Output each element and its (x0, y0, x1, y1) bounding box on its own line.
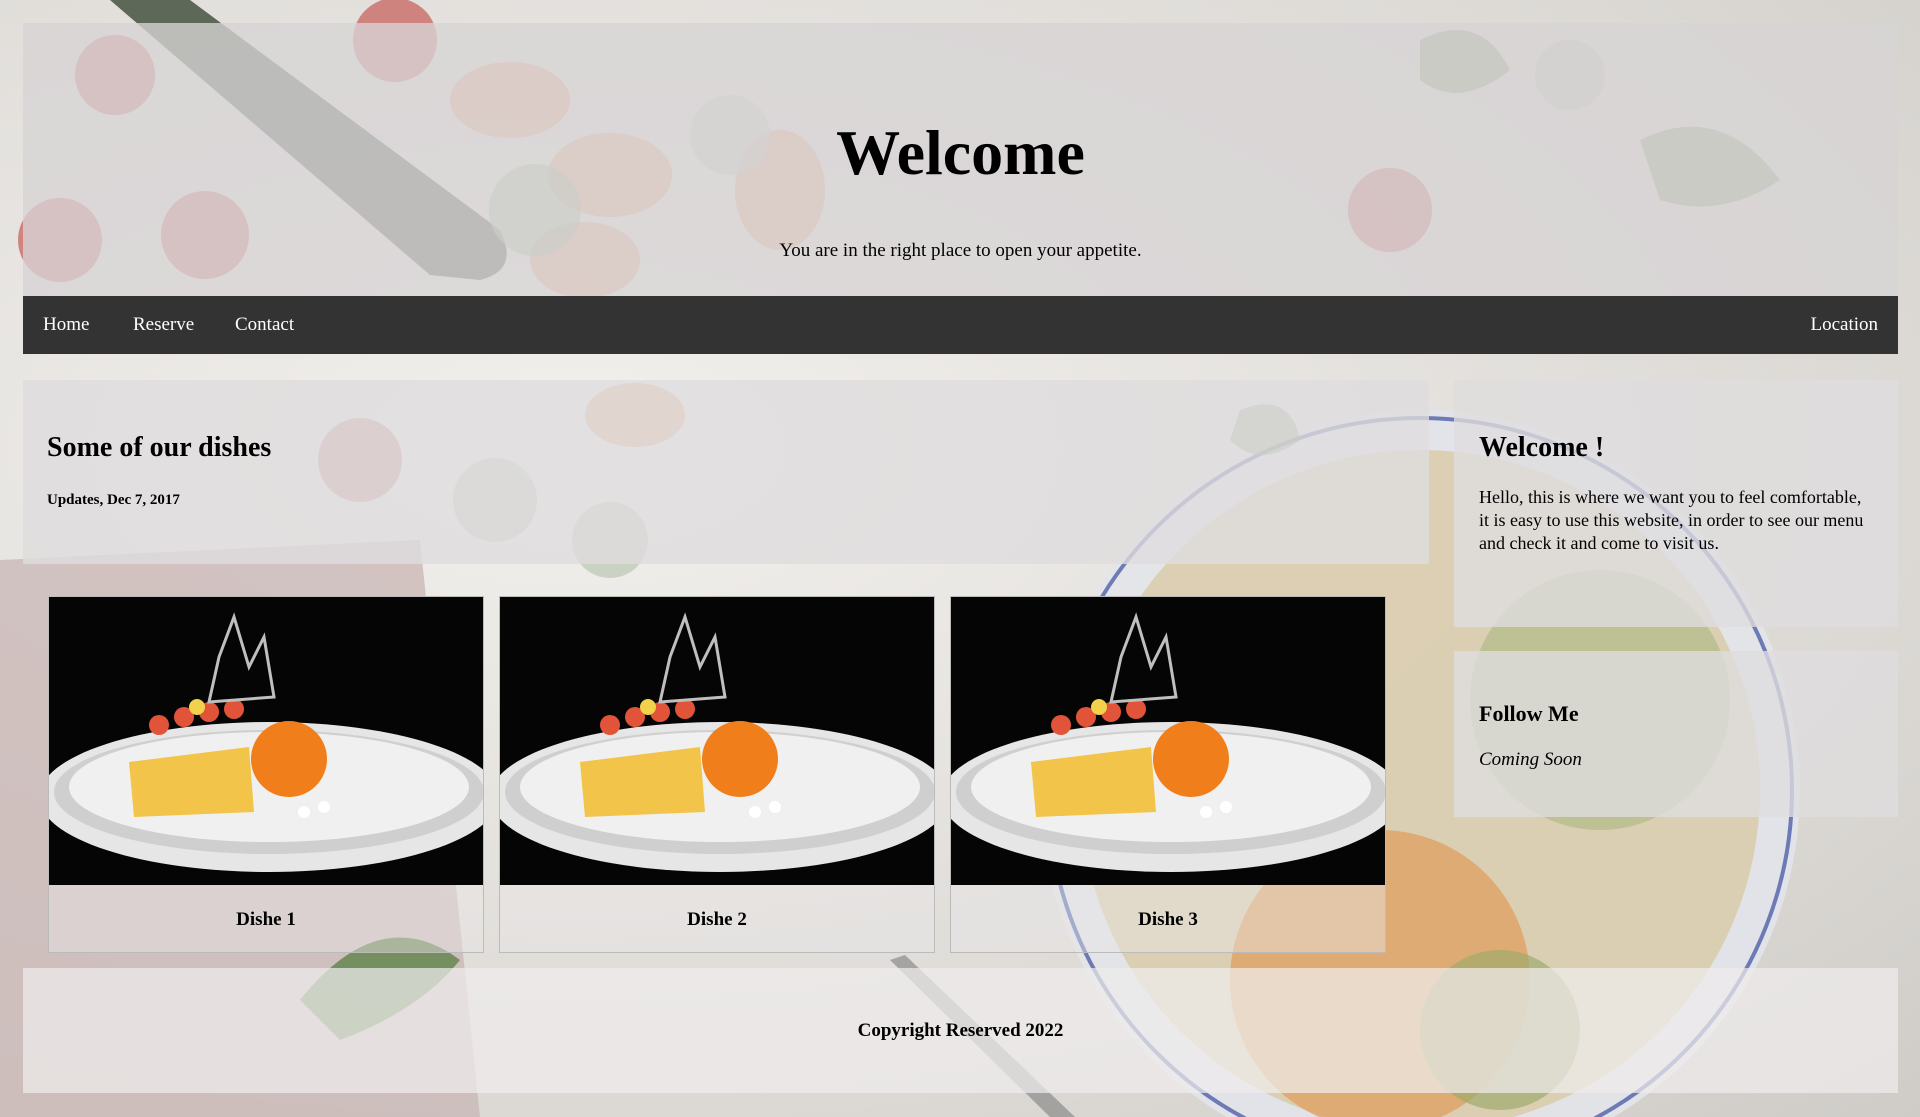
dish-caption: Dishe 2 (687, 909, 747, 930)
dish-card-3[interactable]: Dishe 3 (950, 596, 1386, 953)
sidebar-follow-text: Coming Soon (1479, 749, 1582, 770)
dishes-section-header: Some of our dishes Updates, Dec 7, 2017 (23, 380, 1429, 564)
page-header: Welcome You are in the right place to op… (23, 23, 1898, 296)
nav-item-location[interactable]: Location (1790, 296, 1898, 354)
sidebar-follow-card: Follow Me Coming Soon (1454, 651, 1898, 817)
top-nav: Home Reserve Contact Location (23, 296, 1898, 354)
dish-caption: Dishe 3 (1138, 909, 1198, 930)
sidebar-follow-heading: Follow Me (1479, 701, 1579, 726)
dish-photo[interactable] (500, 597, 934, 885)
dish-card-2[interactable]: Dishe 2 (499, 596, 935, 953)
sidebar-welcome-heading: Welcome ! (1479, 432, 1605, 463)
nav-item-home[interactable]: Home (23, 296, 109, 354)
nav-item-contact[interactable]: Contact (215, 296, 314, 354)
page-title: Welcome (836, 117, 1085, 188)
copyright-text: Copyright Reserved 2022 (857, 1020, 1064, 1041)
dish-photo[interactable] (49, 597, 483, 885)
dish-card-1[interactable]: Dishe 1 (48, 596, 484, 953)
tagline: You are in the right place to open your … (779, 240, 1142, 261)
dish-photo[interactable] (951, 597, 1385, 885)
sidebar-welcome-text: Hello, this is where we want you to feel… (1479, 487, 1864, 553)
dishes-heading: Some of our dishes (47, 432, 272, 463)
update-date: Updates, Dec 7, 2017 (47, 492, 180, 508)
nav-item-reserve[interactable]: Reserve (113, 296, 214, 354)
dish-caption: Dishe 1 (236, 909, 296, 930)
sidebar-welcome-card: Welcome ! Hello, this is where we want y… (1454, 380, 1898, 627)
page-footer: Copyright Reserved 2022 (23, 968, 1898, 1093)
